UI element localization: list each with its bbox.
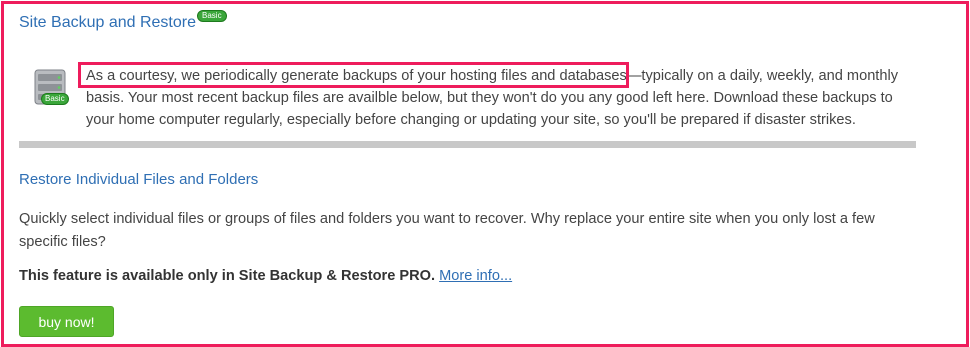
section-divider [19,141,916,148]
buy-now-button[interactable]: buy now! [19,306,114,337]
pro-feature-text: This feature is available only in Site B… [19,268,436,284]
intro-highlight: As a courtesy, we periodically generate … [86,68,627,84]
server-basic-badge: Basic [41,93,69,105]
restore-section-title: Restore Individual Files and Folders [19,171,259,188]
pro-feature-notice: This feature is available only in Site B… [19,268,512,284]
page-title: Site Backup and Restore [19,14,196,31]
basic-badge: Basic [197,10,227,22]
intro-text: As a courtesy, we periodically generate … [86,65,916,131]
more-info-link[interactable]: More info... [439,268,512,284]
restore-description: Quickly select individual files or group… [19,211,875,250]
header: Site Backup and Restore Basic [19,10,227,32]
